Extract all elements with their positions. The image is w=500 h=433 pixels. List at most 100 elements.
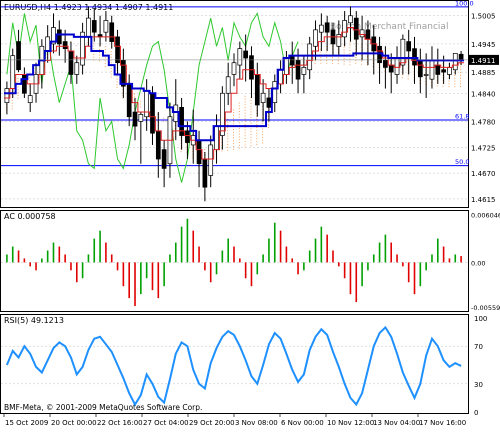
cloud-dot bbox=[448, 80, 450, 82]
cloud-dot bbox=[262, 128, 264, 130]
cloud-dot bbox=[343, 60, 345, 62]
cloud-dot bbox=[250, 142, 252, 144]
cloud-dot bbox=[238, 105, 240, 107]
cloud-dot bbox=[116, 78, 118, 80]
cloud-dot bbox=[250, 128, 252, 130]
cloud-dot bbox=[244, 140, 246, 142]
candle-body bbox=[144, 90, 150, 118]
cloud-dot bbox=[244, 129, 246, 131]
candle-body bbox=[324, 22, 330, 33]
price-tick-label: 1.4780 bbox=[471, 118, 496, 126]
cloud-dot bbox=[238, 122, 240, 124]
cloud-dot bbox=[238, 133, 240, 135]
cloud-dot bbox=[238, 102, 240, 104]
cloud-dot bbox=[11, 105, 13, 107]
fib-level-label: 61.8 bbox=[455, 113, 469, 121]
cloud-dot bbox=[203, 149, 205, 151]
cloud-dot bbox=[250, 139, 252, 141]
cloud-dot bbox=[116, 84, 118, 86]
cloud-dot bbox=[17, 77, 19, 79]
ac-title: AC 0.000758 bbox=[4, 212, 56, 221]
cloud-dot bbox=[460, 66, 462, 68]
cloud-dot bbox=[256, 118, 258, 120]
cloud-dot bbox=[401, 77, 403, 79]
candle-body bbox=[301, 67, 307, 75]
cloud-dot bbox=[110, 70, 112, 72]
cloud-dot bbox=[331, 62, 333, 64]
cloud-dot bbox=[238, 144, 240, 146]
candle-body bbox=[458, 53, 464, 61]
price-tick-label: 1.4615 bbox=[471, 196, 496, 204]
cloud-dot bbox=[227, 129, 229, 131]
rsi-tick-label: 100 bbox=[474, 315, 487, 323]
cloud-dot bbox=[454, 80, 456, 82]
cloud-dot bbox=[104, 60, 106, 62]
cloud-dot bbox=[250, 102, 252, 104]
candle-body bbox=[74, 62, 80, 75]
rsi-panel-frame bbox=[0, 314, 469, 414]
cloud-dot bbox=[244, 107, 246, 109]
candle-body bbox=[27, 95, 33, 104]
cloud-dot bbox=[104, 49, 106, 51]
cloud-dot bbox=[460, 83, 462, 85]
cloud-dot bbox=[448, 83, 450, 85]
x-tick-label: 15 Oct 2009 bbox=[5, 419, 48, 427]
candle-body bbox=[214, 125, 219, 150]
cloud-dot bbox=[139, 103, 141, 105]
cloud-dot bbox=[139, 100, 141, 102]
cloud-dot bbox=[355, 57, 357, 59]
cloud-dot bbox=[460, 72, 462, 74]
cloud-dot bbox=[250, 100, 252, 102]
cloud-dot bbox=[454, 83, 456, 85]
cloud-dot bbox=[238, 139, 240, 141]
cloud-dot bbox=[93, 45, 95, 47]
candle-body bbox=[284, 57, 289, 75]
candle-body bbox=[429, 60, 435, 80]
cloud-dot bbox=[17, 92, 19, 94]
cloud-dot bbox=[238, 111, 240, 113]
cloud-dot bbox=[250, 136, 252, 138]
cloud-dot bbox=[349, 64, 351, 66]
candle-body bbox=[56, 29, 62, 45]
cloud-dot bbox=[460, 86, 462, 88]
candle-body bbox=[406, 41, 412, 52]
cloud-dot bbox=[256, 129, 258, 131]
cloud-dot bbox=[343, 63, 345, 65]
cloud-dot bbox=[93, 56, 95, 58]
fib-level-label: 100.0 bbox=[455, 0, 474, 7]
cloud-dot bbox=[11, 102, 13, 104]
candle-body bbox=[45, 36, 51, 52]
cloud-dot bbox=[355, 62, 357, 64]
cloud-dot bbox=[233, 109, 234, 111]
candle-body bbox=[295, 60, 301, 80]
cloud-dot bbox=[244, 146, 246, 148]
cloud-dot bbox=[337, 63, 339, 65]
candle-body bbox=[452, 52, 458, 71]
candle-body bbox=[412, 48, 417, 66]
candle-body bbox=[359, 29, 365, 38]
cloud-dot bbox=[227, 138, 229, 140]
cloud-dot bbox=[17, 80, 19, 82]
cloud-dot bbox=[233, 120, 234, 122]
cloud-dot bbox=[256, 141, 258, 143]
candle-body bbox=[423, 74, 429, 76]
cloud-dot bbox=[110, 73, 112, 75]
cloud-dot bbox=[256, 132, 258, 134]
candle-body bbox=[318, 24, 324, 33]
cloud-dot bbox=[233, 131, 234, 133]
cloud-dot bbox=[349, 44, 351, 46]
rsi-tick-label: 30 bbox=[474, 381, 483, 389]
price-tick-label: 1.4945 bbox=[471, 41, 496, 49]
cloud-dot bbox=[401, 74, 403, 76]
cloud-dot bbox=[110, 53, 112, 55]
cloud-dot bbox=[238, 116, 240, 118]
cloud-dot bbox=[244, 135, 246, 137]
cloud-dot bbox=[326, 57, 328, 59]
cloud-dot bbox=[267, 121, 269, 123]
cloud-dot bbox=[238, 127, 240, 129]
cloud-dot bbox=[349, 41, 351, 43]
cloud-dot bbox=[244, 104, 246, 106]
price-tick-label: 1.5005 bbox=[471, 13, 496, 21]
candle-body bbox=[249, 55, 254, 80]
cloud-dot bbox=[244, 109, 246, 111]
